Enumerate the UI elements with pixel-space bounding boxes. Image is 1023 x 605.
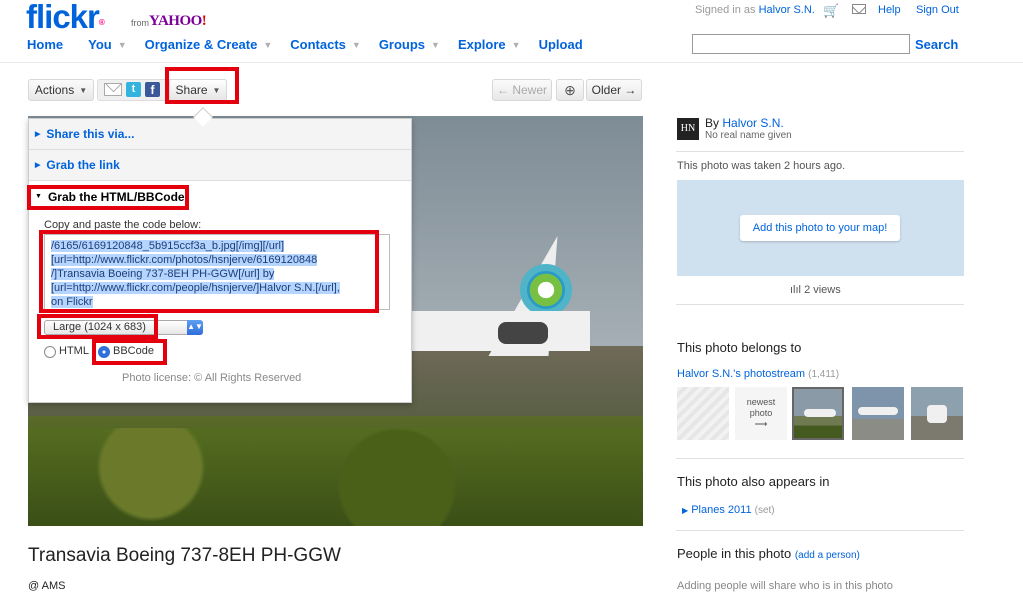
search-input[interactable] xyxy=(692,34,910,54)
email-share-icon[interactable] xyxy=(104,83,122,96)
no-real-name: No real name given xyxy=(705,130,792,141)
photostream-count: (1,411) xyxy=(808,369,840,380)
nav-contacts[interactable]: Contacts xyxy=(290,37,346,52)
sign-out-link[interactable]: Sign Out xyxy=(916,4,959,16)
triangle-right-icon: ▶ xyxy=(35,162,41,169)
chevron-down-icon[interactable]: ▼ xyxy=(431,40,440,50)
search-button[interactable]: Search xyxy=(915,37,958,52)
photo-location: @ AMS xyxy=(28,580,66,592)
add-to-map-button[interactable]: Add this photo to your map! xyxy=(740,215,900,241)
sidebar-divider xyxy=(676,151,964,152)
newest-photo-thumb[interactable]: newest photo ⟶ xyxy=(735,387,787,440)
photo-license: Photo license: © All Rights Reserved xyxy=(122,372,302,384)
top-nav: Home You ▼ Organize & Create ▼ Contacts ▼ G… xyxy=(27,37,589,52)
highlight-bbcode xyxy=(92,339,167,365)
mail-icon[interactable] xyxy=(852,4,866,14)
highlight-grab-html xyxy=(27,185,189,210)
nav-home[interactable]: Home xyxy=(27,37,63,52)
share-via-section[interactable]: ▶ Share this via... xyxy=(29,119,411,150)
photo-title: Transavia Boeing 737-8EH PH-GGW xyxy=(28,545,341,566)
chevron-down-icon[interactable]: ▼ xyxy=(118,40,127,50)
older-button[interactable]: Older → xyxy=(586,79,642,101)
photo-hedge xyxy=(28,428,643,526)
taken-date: This photo was taken 2 hours ago. xyxy=(677,160,846,172)
sidebar-divider xyxy=(676,530,964,531)
people-header: People in this photo (add a person) xyxy=(677,546,860,561)
plane-mini xyxy=(927,405,947,423)
set-link[interactable]: ▶ Planes 2011 (set) xyxy=(682,504,775,516)
flickr-logo[interactable]: flickr® xyxy=(26,0,105,34)
zoom-icon[interactable]: ⊕ xyxy=(556,79,584,101)
chevron-down-icon[interactable]: ▼ xyxy=(352,40,361,50)
plane-mini xyxy=(858,407,898,415)
nav-you[interactable]: You xyxy=(88,37,112,52)
header-divider xyxy=(0,62,1023,63)
thumbnail-next-2[interactable] xyxy=(911,387,963,440)
adding-people-note: Adding people will share who is in this … xyxy=(677,580,893,592)
signed-in-status: Signed in as Halvor S.N. xyxy=(695,4,815,16)
appears-header: This photo also appears in xyxy=(677,474,830,489)
sidebar-divider xyxy=(676,304,964,305)
sidebar-divider xyxy=(676,458,964,459)
signed-in-user-link[interactable]: Halvor S.N. xyxy=(759,4,815,16)
highlight-code xyxy=(39,230,379,313)
highlight-size xyxy=(37,314,158,339)
set-name[interactable]: Planes 2011 xyxy=(691,504,751,516)
nav-upload[interactable]: Upload xyxy=(539,37,583,52)
plane-engine xyxy=(498,322,548,344)
plane-body xyxy=(390,311,590,351)
photostream-link[interactable]: Halvor S.N.'s photostream (1,411) xyxy=(677,368,839,380)
grab-link-section[interactable]: ▶ Grab the link xyxy=(29,150,411,181)
triangle-right-icon: ▶ xyxy=(35,131,41,138)
owner-byline: By Halvor S.N. xyxy=(705,116,784,130)
plane-mini xyxy=(804,409,836,417)
yahoo-logo: YAHOO! xyxy=(149,13,207,29)
thumbnail-current[interactable] xyxy=(792,387,844,440)
set-suffix: (set) xyxy=(754,505,775,516)
photostream-label[interactable]: Halvor S.N.'s photostream xyxy=(677,368,805,380)
bar-chart-icon: ılıl xyxy=(790,284,805,296)
help-link[interactable]: Help xyxy=(878,4,901,16)
thumbnail-empty xyxy=(677,387,729,440)
twitter-icon[interactable]: t xyxy=(126,82,141,97)
views-count: ılıl 2 views xyxy=(790,284,841,296)
cart-icon[interactable]: 🛒 xyxy=(823,3,839,19)
chevron-down-icon[interactable]: ▼ xyxy=(263,40,272,50)
facebook-icon[interactable]: f xyxy=(145,82,160,97)
triangle-right-icon: ▶ xyxy=(682,506,689,515)
owner-avatar[interactable]: HN xyxy=(677,118,699,140)
from-label: from xyxy=(131,18,149,28)
arrow-right-icon: ⟶ xyxy=(754,419,768,429)
owner-link[interactable]: Halvor S.N. xyxy=(722,116,783,130)
add-person-link[interactable]: (add a person) xyxy=(795,550,860,561)
nav-groups[interactable]: Groups xyxy=(379,37,425,52)
thumbnail-next[interactable] xyxy=(852,387,904,440)
newer-button[interactable]: ← Newer xyxy=(492,79,552,101)
chevron-down-icon[interactable]: ▼ xyxy=(512,40,521,50)
html-radio-label[interactable]: HTML xyxy=(59,345,89,357)
highlight-share xyxy=(165,67,239,104)
nav-explore[interactable]: Explore xyxy=(458,37,506,52)
nav-organize[interactable]: Organize & Create xyxy=(145,37,258,52)
tail-logo xyxy=(520,264,572,316)
chevron-down-icon: ▼ xyxy=(79,85,88,95)
actions-button[interactable]: Actions ▼ xyxy=(28,79,94,101)
select-arrows-icon[interactable]: ▲▼ xyxy=(187,320,203,335)
html-radio[interactable] xyxy=(44,346,56,358)
belongs-header: This photo belongs to xyxy=(677,340,802,355)
